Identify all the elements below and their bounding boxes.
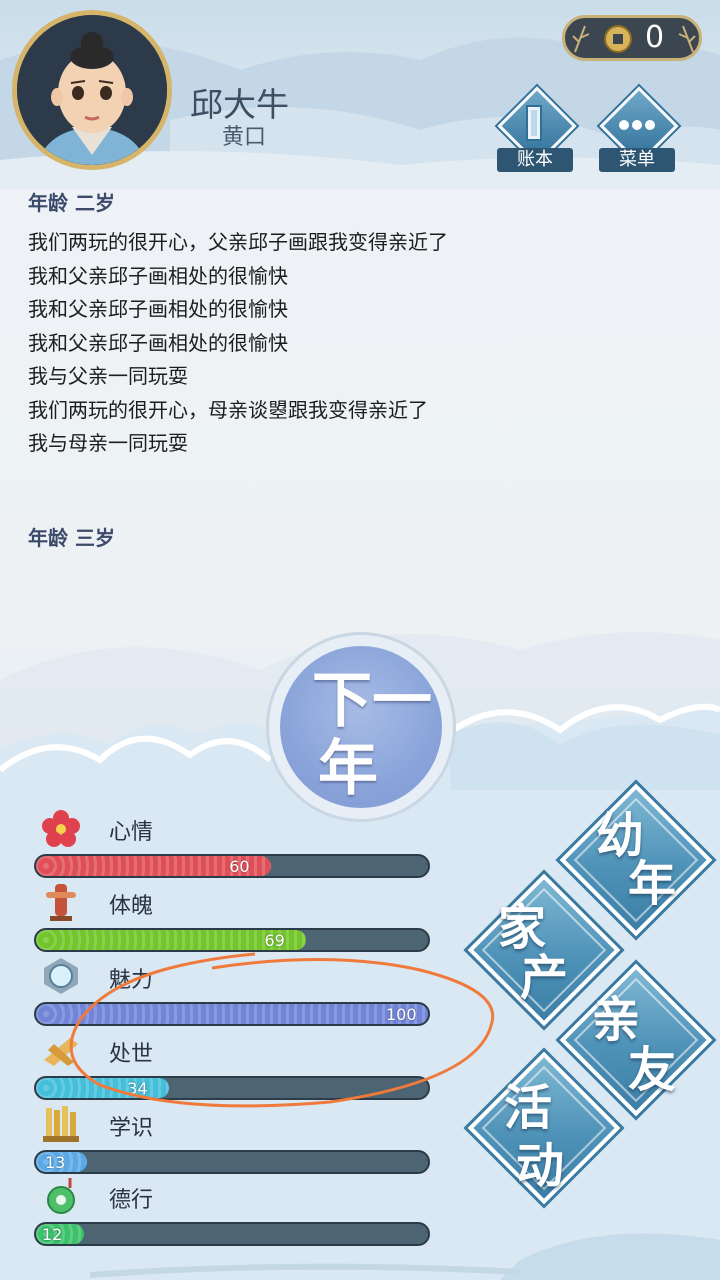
- stat-physique: 体魄 69: [34, 882, 434, 954]
- tile-char: 年: [628, 856, 677, 912]
- bamboo-icon: [572, 25, 590, 53]
- stat-value: 69: [264, 931, 285, 950]
- stat-label: 处世: [109, 1042, 154, 1067]
- stat-knowledge: 学识 13: [34, 1104, 434, 1176]
- activities-tile-button[interactable]: 活 动: [467, 1051, 621, 1205]
- next-year-button[interactable]: 下一 年: [266, 632, 456, 822]
- copper-coin-icon: [604, 25, 632, 53]
- tile-char: 动: [516, 1138, 565, 1194]
- next-year-text-bottom: 年: [318, 734, 378, 804]
- scroll-icon: [44, 1038, 78, 1066]
- life-event-log[interactable]: 年龄 二岁 我们两玩的很开心，父亲邱子画跟我变得亲近了 我和父亲邱子画相处的很愉…: [28, 190, 688, 561]
- stat-label: 心情: [109, 820, 154, 845]
- training-dummy-icon: [46, 884, 76, 921]
- stat-value: 13: [44, 1153, 66, 1172]
- stat-charm: 魅力 100: [34, 956, 434, 1028]
- stat-value: 60: [229, 857, 250, 876]
- tile-char: 产: [520, 950, 569, 1006]
- player-age-status: 黄口: [222, 125, 267, 150]
- jade-pendant-icon: [47, 1178, 75, 1214]
- age-heading: 年龄 三岁: [28, 525, 115, 550]
- stat-value: 12: [42, 1225, 63, 1244]
- stat-value: 34: [127, 1079, 148, 1098]
- currency-amount: 0: [645, 20, 665, 55]
- menu-button[interactable]: 菜单: [599, 86, 679, 172]
- bamboo-icon: [678, 25, 696, 53]
- stat-bar: 60: [34, 854, 430, 878]
- child-portrait-icon: [17, 15, 167, 165]
- stat-label: 德行: [109, 1188, 154, 1213]
- log-line: 我们两玩的很开心，父亲邱子画跟我变得亲近了: [28, 230, 448, 254]
- log-line: 我和父亲邱子画相处的很愉快: [28, 330, 288, 355]
- tile-char: 友: [628, 1042, 677, 1098]
- stat-mood: 心情 60: [34, 808, 434, 880]
- stat-bar: 100: [34, 1002, 430, 1026]
- player-avatar[interactable]: [12, 10, 172, 170]
- currency-display[interactable]: 0: [562, 15, 702, 61]
- more-dots-icon: [619, 120, 655, 130]
- stat-label: 学识: [109, 1116, 154, 1141]
- stat-bar: 34: [34, 1076, 430, 1100]
- log-line: 我与母亲一同玩耍: [28, 431, 188, 455]
- log-line: 我们两玩的很开心，母亲谈曌跟我变得亲近了: [28, 397, 428, 422]
- log-line: 我与父亲一同玩耍: [28, 364, 188, 388]
- age-heading: 年龄 二岁: [28, 191, 115, 215]
- mirror-icon: [44, 958, 78, 994]
- ledger-button[interactable]: 账本: [497, 86, 577, 172]
- stat-bar-fill: [36, 1078, 170, 1098]
- stat-worldliness: 处世 34: [34, 1030, 434, 1102]
- log-line: 我和父亲邱子画相处的很愉快: [28, 297, 288, 321]
- stat-label: 体魄: [109, 894, 154, 919]
- stat-virtue: 德行 12: [34, 1176, 434, 1248]
- stat-bar: 12: [34, 1222, 430, 1246]
- ledger-label: 账本: [497, 148, 573, 172]
- book-icon: [526, 105, 542, 141]
- log-line: 我和父亲邱子画相处的很愉快: [28, 263, 288, 288]
- stat-value: 100: [386, 1005, 417, 1024]
- stat-bar: 69: [34, 928, 430, 952]
- stat-bar-fill: [36, 1004, 428, 1024]
- flower-icon: [42, 810, 80, 847]
- menu-label: 菜单: [599, 148, 675, 172]
- books-icon: [43, 1106, 79, 1142]
- stat-label: 魅力: [109, 968, 154, 993]
- stat-bar: 13: [34, 1150, 430, 1174]
